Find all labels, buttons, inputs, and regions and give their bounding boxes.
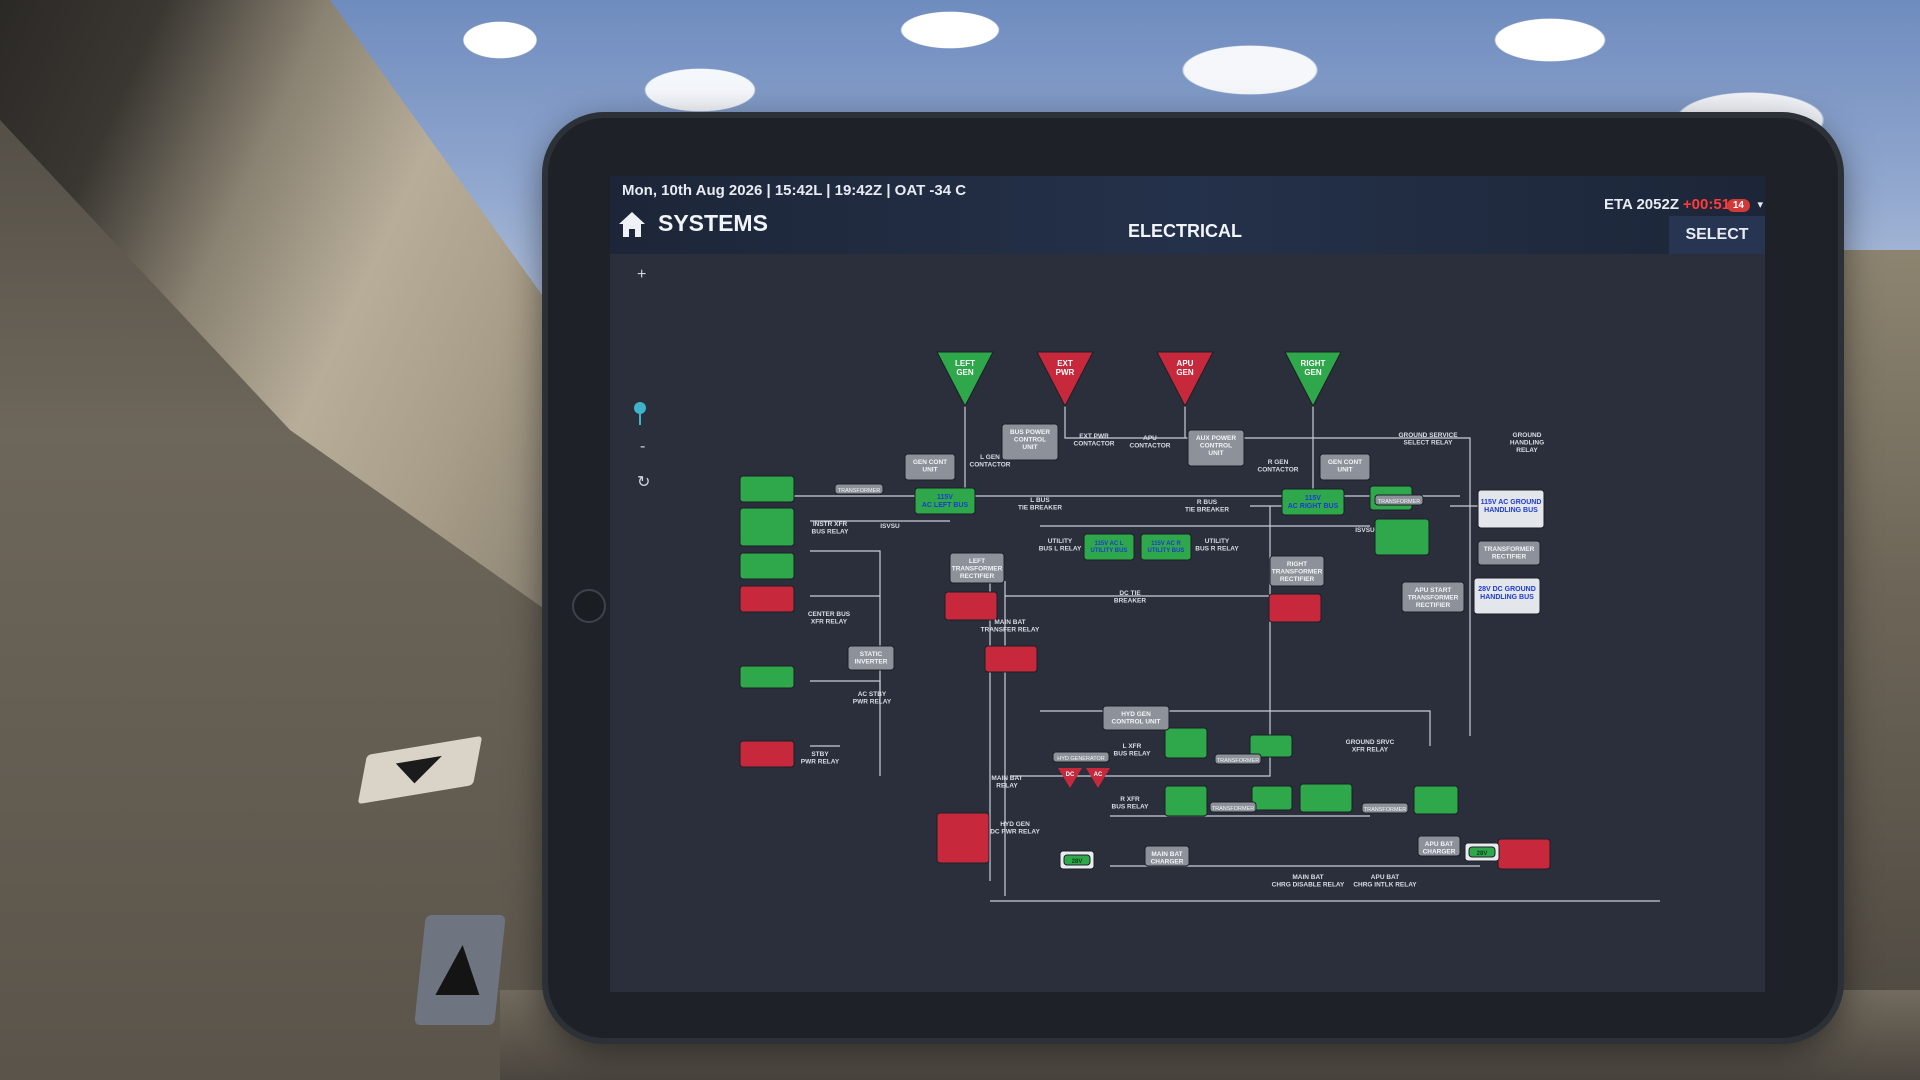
annotation-ground-service-select-relay: GROUND SERVICE SELECT RELAY (1398, 432, 1458, 447)
annotation-r-gen-contactor: R GEN CONTACTOR (1258, 459, 1299, 474)
green-bus-c5[interactable] (1299, 783, 1353, 813)
annotation-ac-stby-pwr-relay: AC STBY PWR RELAY (853, 691, 892, 706)
annotation-apu-bat-chrg-intlk-relay: APU BAT CHRG INTLK RELAY (1353, 874, 1417, 889)
unit-label-transformer_mid1: TRANSFORMER (1217, 758, 1260, 764)
left-ac-bus[interactable] (914, 487, 976, 515)
annotation-dc-tie-breaker: DC TIE BREAKER (1114, 590, 1146, 605)
utility-bus-l[interactable] (1083, 533, 1135, 561)
green-bus-c3[interactable] (1164, 785, 1208, 817)
apu-battery-label: 28V (1477, 851, 1488, 857)
main-bat-charger-label: MAIN BAT CHARGER (1151, 851, 1184, 866)
annotation-ground-srvc-xfr-relay: GROUND SRVC XFR RELAY (1346, 739, 1395, 754)
unit-label-transformer_l: TRANSFORMER (838, 488, 881, 494)
red-bus-main-bat[interactable] (936, 812, 990, 864)
ac-ground-handling-label: 115V AC GROUND HANDLING BUS (1481, 499, 1542, 514)
annotation-l-bus-tie-breaker: L BUS TIE BREAKER (1018, 497, 1062, 512)
utility-l-label: 115V AC L UTILITY BUS (1091, 541, 1128, 554)
visor-up-arrow-icon (414, 915, 506, 1025)
green-bus-2[interactable] (739, 507, 795, 547)
annotation-instr-xfr-bus-relay: INSTR XFR BUS RELAY (812, 521, 850, 536)
red-bus-apu-bat[interactable] (1497, 838, 1551, 870)
annotation-center-bus-xfr-relay: CENTER BUS XFR RELAY (808, 611, 851, 626)
main-battery-label: 28V (1072, 859, 1083, 865)
source-label-apu_gen: APU GEN (1176, 359, 1194, 377)
red-bus-2[interactable] (739, 740, 795, 768)
green-bus-c1[interactable] (1164, 727, 1208, 759)
red-bus-5[interactable] (1268, 593, 1322, 623)
hyd-gen-ac-label: AC (1094, 772, 1103, 778)
red-bus-3[interactable] (944, 591, 998, 621)
annotation-isvsu-left: ISVSU (880, 523, 900, 530)
ext-pwr-feed (1064, 406, 1471, 736)
dc-ground-handling-label: 28V DC GROUND HANDLING BUS (1478, 586, 1536, 601)
source-label-ext_pwr: EXT PWR (1056, 359, 1075, 377)
annotation-ext-pwr-contactor: EXT PWR CONTACTOR (1074, 433, 1115, 448)
hyd-gen-dc-label: DC (1066, 772, 1075, 778)
unit-label-transformer_mid3: TRANSFORMER (1364, 807, 1407, 813)
annotation-main-bat-relay: MAIN BAT RELAY (991, 775, 1022, 790)
red-bus-4[interactable] (984, 645, 1038, 673)
tablet-home-button[interactable] (572, 589, 606, 623)
green-bus-3[interactable] (739, 552, 795, 580)
annotation-main-bat-chrg-disable-relay: MAIN BAT CHRG DISABLE RELAY (1272, 874, 1345, 889)
annotation-l-xfr-bus-relay: L XFR BUS RELAY (1114, 743, 1152, 758)
annotation-ground-handling-relay: GROUND HANDLING RELAY (1510, 432, 1544, 454)
right-ac-bus[interactable] (1281, 488, 1345, 516)
efb-screen: Mon, 10th Aug 2026 | 15:42L | 19:42Z | O… (610, 176, 1765, 992)
unit-label-transformer_r: TRANSFORMER (1378, 499, 1421, 505)
source-label-left_gen: LEFT GEN (955, 359, 975, 377)
electrical-diagram: LEFT GENEXT PWRAPU GENRIGHT GEN115V AC LEFT B… (739, 351, 1660, 902)
unit-label-hyd_generator: HYD GENERATOR (1057, 756, 1104, 762)
diagram-components (739, 351, 1551, 870)
green-bus-c6[interactable] (1413, 785, 1459, 815)
hyd-gen-dc-source[interactable] (1058, 768, 1082, 788)
green-bus-4[interactable] (739, 665, 795, 689)
green-bus-c4[interactable] (1251, 785, 1293, 811)
hyd-gen-ac-source[interactable] (1086, 768, 1110, 788)
annotation-stby-pwr-relay: STBY PWR RELAY (801, 751, 840, 766)
annotation-hyd-gen-dc-pwr-relay: HYD GEN DC PWR RELAY (990, 821, 1040, 836)
utility-bus-r[interactable] (1140, 533, 1192, 561)
apu-bat-charger-label: APU BAT CHARGER (1423, 841, 1456, 856)
green-bus-r2[interactable] (1374, 518, 1430, 556)
red-bus-1[interactable] (739, 585, 795, 613)
unit-label-transformer_mid2: TRANSFORMER (1212, 806, 1255, 812)
utility-r-label: 115V AC R UTILITY BUS (1148, 541, 1185, 554)
annotation-apu-contactor: APU CONTACTOR (1130, 435, 1171, 450)
green-bus-1[interactable] (739, 475, 795, 503)
annotation-utility-bus-r-relay: UTILITY BUS R RELAY (1195, 538, 1239, 553)
annotation-r-bus-tie-breaker: R BUS TIE BREAKER (1185, 499, 1229, 514)
annotation-isvsu-right: ISVSU (1355, 527, 1375, 534)
annotation-utility-bus-l-relay: UTILITY BUS L RELAY (1039, 538, 1082, 553)
annotation-r-xfr-bus-relay: R XFR BUS RELAY (1112, 796, 1150, 811)
